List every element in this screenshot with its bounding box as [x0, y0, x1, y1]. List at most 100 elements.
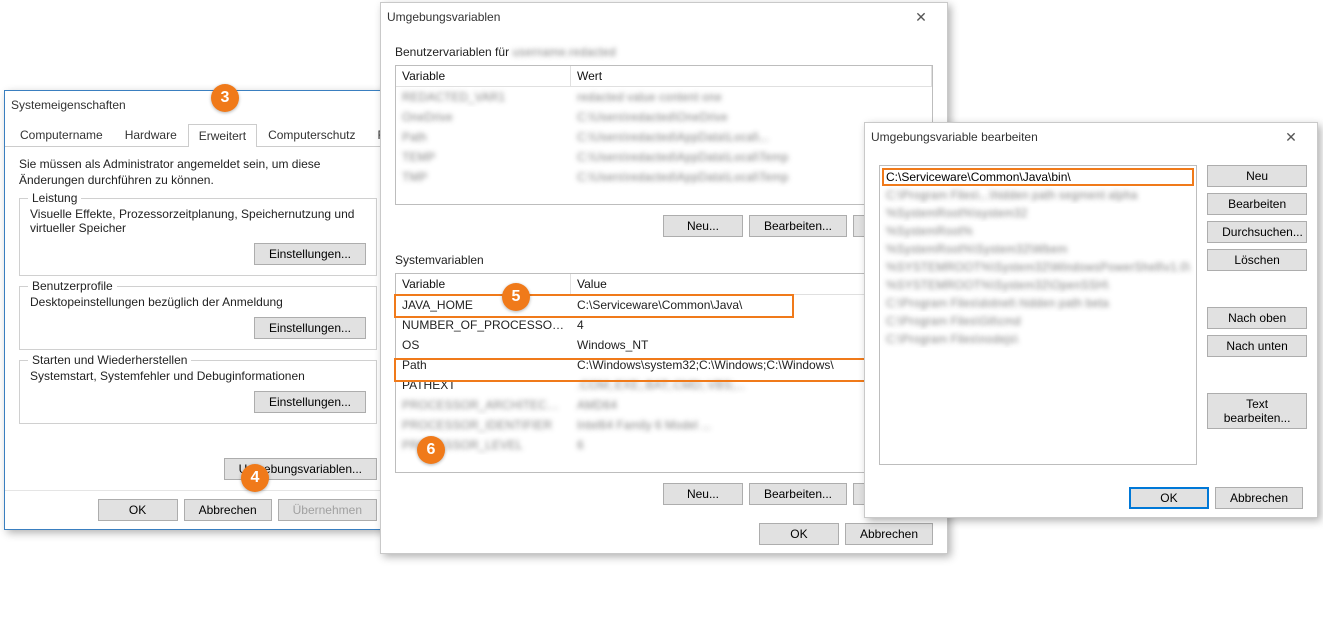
table-row[interactable]: TMPC:\Users\redacted\AppData\Local\Temp: [396, 167, 932, 187]
table-row[interactable]: OSWindows_NT: [396, 335, 932, 355]
tab-computername[interactable]: Computername: [9, 123, 114, 146]
list-item[interactable]: %SYSTEMROOT%\System32\OpenSSH\: [882, 276, 1194, 294]
close-icon[interactable]: ✕: [901, 9, 941, 26]
group-legend: Starten und Wiederherstellen: [28, 353, 191, 367]
user-new-button[interactable]: Neu...: [663, 215, 743, 237]
ok-button[interactable]: OK: [759, 523, 839, 545]
move-down-button[interactable]: Nach unten: [1207, 335, 1307, 357]
table-row[interactable]: PATHEXT.COM;.EXE;.BAT;.CMD;.VBS;...: [396, 375, 932, 395]
list-item[interactable]: %SYSTEMROOT%\System32\WindowsPowerShell\…: [882, 258, 1194, 276]
sys-edit-button[interactable]: Bearbeiten...: [749, 483, 847, 505]
titlebar: Systemeigenschaften: [5, 91, 391, 119]
marker-4: 4: [241, 464, 269, 492]
cell-value: redacted value content one: [571, 87, 932, 107]
table-header: Variable Wert: [396, 66, 932, 87]
table-row[interactable]: OneDriveC:\Users\redacted\OneDrive: [396, 107, 932, 127]
tab-computerschutz[interactable]: Computerschutz: [257, 123, 366, 146]
table-row[interactable]: NUMBER_OF_PROCESSORS4: [396, 315, 932, 335]
table-row[interactable]: PathC:\Users\redacted\AppData\Local\...: [396, 127, 932, 147]
cancel-button[interactable]: Abbrechen: [184, 499, 272, 521]
marker-5: 5: [502, 283, 530, 311]
table-row[interactable]: PathC:\Windows\system32;C:\Windows;C:\Wi…: [396, 355, 932, 375]
titlebar: Umgebungsvariablen ✕: [381, 3, 947, 31]
cell-variable: REDACTED_VAR1: [396, 87, 571, 107]
marker-3: 3: [211, 84, 239, 112]
sys-new-button[interactable]: Neu...: [663, 483, 743, 505]
list-item[interactable]: %SystemRoot%: [882, 222, 1194, 240]
list-item[interactable]: C:\Program Files\nodejs\: [882, 330, 1194, 348]
cell-variable: PATHEXT: [396, 375, 571, 395]
cell-variable: TMP: [396, 167, 571, 187]
system-vars-buttons: Neu... Bearbeiten... Löschen: [395, 473, 933, 505]
window-title: Systemeigenschaften: [11, 98, 385, 112]
apply-button[interactable]: Übernehmen: [278, 499, 377, 521]
cell-variable: NUMBER_OF_PROCESSORS: [396, 315, 571, 335]
dialog-buttons: OK Abbrechen: [381, 515, 947, 553]
list-item[interactable]: C:\Program Files\Git\cmd: [882, 312, 1194, 330]
list-item[interactable]: %SystemRoot%\System32\Wbem: [882, 240, 1194, 258]
cell-variable: OS: [396, 335, 571, 355]
group-legend: Benutzerprofile: [28, 279, 117, 293]
list-item[interactable]: C:\Serviceware\Common\Java\bin\: [882, 168, 1194, 186]
col-variable[interactable]: Variable: [396, 274, 571, 294]
table-row[interactable]: JAVA_HOMEC:\Serviceware\Common\Java\: [396, 295, 932, 315]
performance-settings-button[interactable]: Einstellungen...: [254, 243, 366, 265]
system-vars-label: Systemvariablen: [395, 253, 933, 267]
username-blurred: username.redacted: [512, 45, 615, 59]
ok-button[interactable]: OK: [1129, 487, 1209, 509]
ok-button[interactable]: OK: [98, 499, 178, 521]
cell-variable: PROCESSOR_IDENTIFIER: [396, 415, 571, 435]
delete-button[interactable]: Löschen: [1207, 249, 1307, 271]
dialog-content: Benutzervariablen für username.redacted …: [381, 31, 947, 515]
tabs: Computername Hardware Erweitert Computer…: [5, 123, 391, 147]
browse-button[interactable]: Durchsuchen...: [1207, 221, 1307, 243]
admin-note: Sie müssen als Administrator angemeldet …: [19, 157, 377, 188]
environment-variables-window: Umgebungsvariablen ✕ Benutzervariablen f…: [380, 2, 948, 554]
cell-variable: Path: [396, 127, 571, 147]
table-row[interactable]: REDACTED_VAR1redacted value content one: [396, 87, 932, 107]
cancel-button[interactable]: Abbrechen: [845, 523, 933, 545]
group-desc: Desktopeinstellungen bezüglich der Anmel…: [30, 295, 366, 309]
edit-text-button[interactable]: Text bearbeiten...: [1207, 393, 1307, 429]
cell-variable: JAVA_HOME: [396, 295, 571, 315]
table-row[interactable]: PROCESSOR_IDENTIFIERIntel64 Family 6 Mod…: [396, 415, 932, 435]
table-row[interactable]: PROCESSOR_LEVEL6: [396, 435, 932, 455]
list-item[interactable]: C:\Program Files\dotnet\ hidden path bet…: [882, 294, 1194, 312]
list-item[interactable]: C:\Program Files\...\hidden path segment…: [882, 186, 1194, 204]
system-properties-window: Systemeigenschaften Computername Hardwar…: [4, 90, 392, 530]
user-vars-table[interactable]: Variable Wert REDACTED_VAR1redacted valu…: [395, 65, 933, 205]
tab-hardware[interactable]: Hardware: [114, 123, 188, 146]
titlebar: Umgebungsvariable bearbeiten ✕: [865, 123, 1317, 151]
user-edit-button[interactable]: Bearbeiten...: [749, 215, 847, 237]
table-row[interactable]: PROCESSOR_ARCHITECTUREAMD64: [396, 395, 932, 415]
label-prefix: Benutzervariablen für: [395, 45, 509, 59]
col-variable[interactable]: Variable: [396, 66, 571, 86]
cell-variable: PROCESSOR_ARCHITECTURE: [396, 395, 571, 415]
table-header: Variable Value: [396, 274, 932, 295]
cell-variable: Path: [396, 355, 571, 375]
startup-settings-button[interactable]: Einstellungen...: [254, 391, 366, 413]
edit-button[interactable]: Bearbeiten: [1207, 193, 1307, 215]
tab-content: Sie müssen als Administrator angemeldet …: [5, 147, 391, 490]
cell-variable: OneDrive: [396, 107, 571, 127]
new-button[interactable]: Neu: [1207, 165, 1307, 187]
close-icon[interactable]: ✕: [1271, 129, 1311, 146]
group-performance: Leistung Visuelle Effekte, Prozessorzeit…: [19, 198, 377, 276]
dialog-buttons: OK Abbrechen: [865, 479, 1317, 517]
table-row[interactable]: TEMPC:\Users\redacted\AppData\Local\Temp: [396, 147, 932, 167]
group-userprofiles: Benutzerprofile Desktopeinstellungen bez…: [19, 286, 377, 350]
system-vars-table[interactable]: Variable Value JAVA_HOMEC:\Serviceware\C…: [395, 273, 933, 473]
userprofiles-settings-button[interactable]: Einstellungen...: [254, 317, 366, 339]
col-value[interactable]: Wert: [571, 66, 932, 86]
tab-erweitert[interactable]: Erweitert: [188, 124, 257, 147]
group-desc: Systemstart, Systemfehler und Debuginfor…: [30, 369, 366, 383]
list-item[interactable]: %SystemRoot%\system32: [882, 204, 1194, 222]
path-entries-list[interactable]: C:\Serviceware\Common\Java\bin\C:\Progra…: [879, 165, 1197, 465]
cell-variable: TEMP: [396, 147, 571, 167]
move-up-button[interactable]: Nach oben: [1207, 307, 1307, 329]
group-desc: Visuelle Effekte, Prozessorzeitplanung, …: [30, 207, 366, 235]
window-title: Umgebungsvariable bearbeiten: [871, 130, 1271, 144]
side-buttons: Neu Bearbeiten Durchsuchen... Löschen Na…: [1207, 165, 1307, 465]
cancel-button[interactable]: Abbrechen: [1215, 487, 1303, 509]
window-title: Umgebungsvariablen: [387, 10, 901, 24]
